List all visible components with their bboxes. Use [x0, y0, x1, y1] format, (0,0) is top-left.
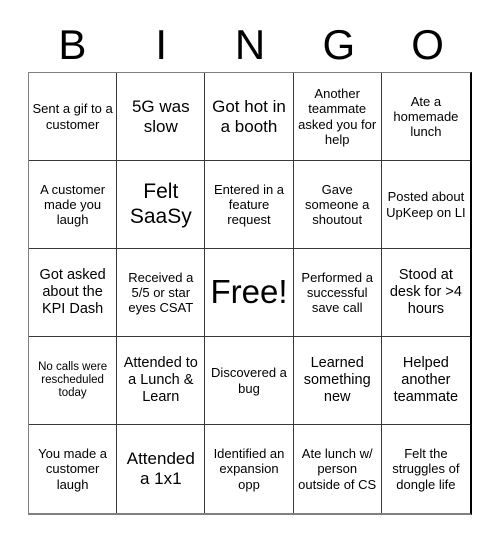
bingo-cell-r4c5[interactable]: Helped another teammate: [381, 337, 470, 425]
bingo-cell-r2c5[interactable]: Posted about UpKeep on LI: [381, 161, 470, 249]
bingo-free-space[interactable]: Free!: [205, 249, 294, 337]
bingo-cell-r1c4[interactable]: Another teammate asked you for help: [293, 73, 382, 161]
bingo-cell-r2c3[interactable]: Entered in a feature request: [205, 161, 294, 249]
bingo-card: B I N G O Sent a gif to a customer 5G was slo…: [0, 0, 500, 544]
bingo-cell-r1c1[interactable]: Sent a gif to a customer: [29, 73, 118, 161]
bingo-cell-r5c5[interactable]: Felt the struggles of dongle life: [381, 425, 470, 513]
bingo-cell-r4c1[interactable]: No calls were rescheduled today: [29, 337, 118, 425]
bingo-cell-r5c4[interactable]: Ate lunch w/ person outside of CS: [293, 425, 382, 513]
bingo-header-letter-i: I: [155, 21, 168, 68]
bingo-header-letter-b: B: [58, 21, 87, 68]
bingo-cell-r2c4[interactable]: Gave someone a shoutout: [293, 161, 382, 249]
bingo-cell-r1c3[interactable]: Got hot in a booth: [205, 73, 294, 161]
bingo-cell-r3c1[interactable]: Got asked about the KPI Dash: [29, 249, 118, 337]
bingo-cell-r4c2[interactable]: Attended to a Lunch & Learn: [117, 337, 206, 425]
bingo-cell-r3c2[interactable]: Received a 5/5 or star eyes CSAT: [117, 249, 206, 337]
bingo-cell-r4c4[interactable]: Learned something new: [293, 337, 382, 425]
bingo-cell-r4c3[interactable]: Discovered a bug: [205, 337, 294, 425]
bingo-cell-r2c2[interactable]: Felt SaaSy: [117, 161, 206, 249]
bingo-grid: Sent a gif to a customer 5G was slow Got h…: [28, 72, 472, 515]
bingo-header-letter-g: G: [322, 21, 356, 68]
bingo-cell-r3c5[interactable]: Stood at desk for >4 hours: [381, 249, 470, 337]
bingo-cell-r1c2[interactable]: 5G was slow: [117, 73, 206, 161]
bingo-cell-r1c5[interactable]: Ate a homemade lunch: [381, 73, 470, 161]
bingo-cell-r2c1[interactable]: A customer made you laugh: [29, 161, 118, 249]
bingo-cell-r5c1[interactable]: You made a customer laugh: [29, 425, 118, 513]
bingo-cell-r5c3[interactable]: Identified an expansion opp: [205, 425, 294, 513]
bingo-cell-r3c4[interactable]: Performed a successful save call: [293, 249, 382, 337]
bingo-cell-r5c2[interactable]: Attended a 1x1: [117, 425, 206, 513]
bingo-header-letter-n: N: [234, 21, 266, 68]
bingo-header-letter-o: O: [411, 21, 444, 68]
bingo-header-row: BINGO: [28, 18, 472, 72]
